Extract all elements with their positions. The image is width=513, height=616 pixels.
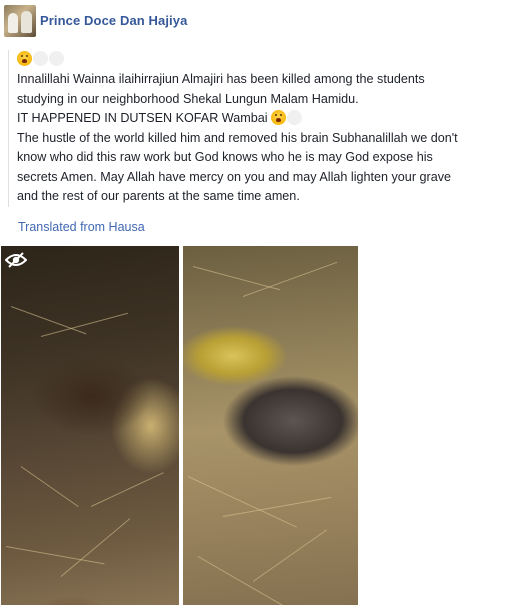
post-photo-right[interactable]: [183, 246, 358, 605]
faded-emoji-icon: [287, 110, 303, 125]
post-line: The hustle of the world killed him and r…: [17, 130, 458, 145]
crying-face-icon: [271, 110, 287, 125]
post-line: studying in our neighborhood Shekal Lung…: [17, 91, 359, 106]
faded-emoji-icon: [33, 51, 48, 66]
faded-emoji-icon: [49, 51, 64, 66]
post-line: IT HAPPENED IN DUTSEN KOFAR Wambai: [17, 109, 513, 129]
hidden-eye-icon: [5, 252, 27, 268]
post-line: secrets Amen. May Allah have mercy on yo…: [17, 169, 452, 184]
post-line-text: IT HAPPENED IN DUTSEN KOFAR Wambai: [17, 111, 268, 125]
translated-from-link[interactable]: Translated from Hausa: [18, 220, 145, 234]
post-line: Innalillahi Wainna ilaihirrajiun Almajir…: [17, 72, 425, 86]
author-avatar[interactable]: [4, 5, 36, 37]
post-line: know who did this raw work but God knows…: [17, 150, 433, 164]
post-photo-left[interactable]: [1, 246, 179, 605]
author-name[interactable]: Prince Doce Dan Hajiya: [40, 13, 187, 28]
post-line: and the rest of our parents at the same …: [17, 189, 300, 203]
emoji-row: [17, 50, 513, 70]
crying-face-icon: [17, 51, 32, 66]
post-text: Innalillahi Wainna ilaihirrajiun Almajir…: [8, 50, 513, 207]
